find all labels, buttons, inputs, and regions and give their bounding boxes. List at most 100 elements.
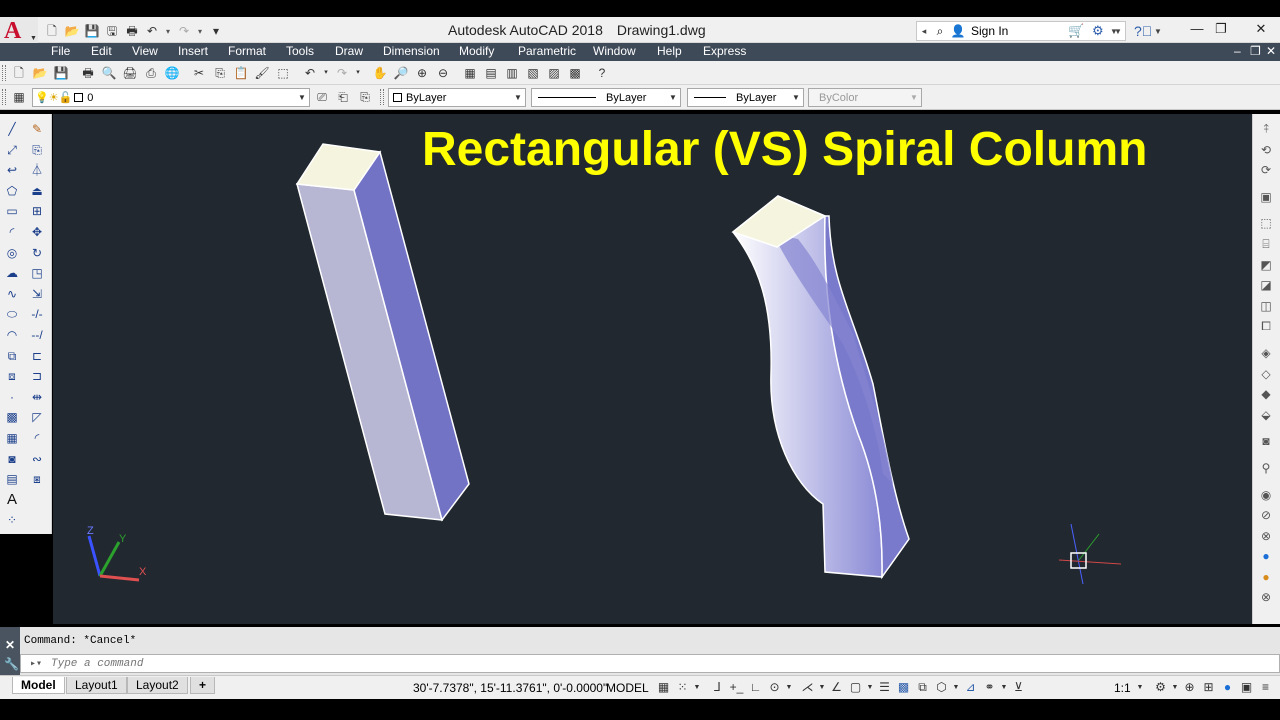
doc-minimize-button[interactable]: – (1234, 44, 1241, 58)
polygon-icon[interactable]: ⬠ (2, 182, 22, 201)
arc-icon[interactable]: ◜ (2, 223, 22, 242)
minimize-button[interactable]: — (1186, 21, 1208, 39)
plot-preview-icon[interactable]: 🔍 (100, 64, 118, 82)
gradient-icon[interactable]: ▦ (2, 429, 22, 448)
color-dropdown[interactable]: ByLayer ▼ (388, 88, 526, 107)
torus-icon[interactable]: ⧠ (1256, 317, 1276, 336)
construction-line-icon[interactable]: ⤢ (2, 141, 22, 160)
render-icon[interactable]: ◉ (1256, 486, 1276, 505)
layer-properties-icon[interactable]: ▦ (10, 88, 28, 106)
spline-icon[interactable]: ∿ (2, 285, 22, 304)
spiral-column[interactable] (731, 195, 910, 580)
materials-icon[interactable]: ⊗ (1256, 527, 1276, 546)
object-snap-icon[interactable]: ▢ (847, 679, 864, 696)
tab-layout1[interactable]: Layout1 (66, 677, 127, 694)
make-block-icon[interactable]: ⧈ (2, 367, 22, 386)
material-browser-icon[interactable]: ● (1256, 547, 1276, 566)
annotation-monitor-icon[interactable]: ⊕ (1181, 679, 1198, 696)
move-icon[interactable]: ✥ (27, 223, 47, 242)
sun-properties-icon[interactable]: ⊗ (1256, 588, 1276, 607)
menu-file[interactable]: File (51, 44, 70, 58)
rotate-icon[interactable]: ↻ (27, 244, 47, 263)
hardware-acceleration-icon[interactable]: ▣ (1238, 679, 1255, 696)
open-file-icon[interactable]: 📂 (64, 23, 80, 39)
redo-icon[interactable]: ↷ (176, 23, 192, 39)
trim-icon[interactable]: -/- (27, 305, 47, 324)
named-views-icon[interactable]: ▣ (1256, 188, 1276, 207)
blend-curves-icon[interactable]: ∾ (27, 450, 47, 469)
help-icon[interactable]: ?⃝ (1134, 23, 1152, 39)
doc-restore-button[interactable]: ❐ (1250, 44, 1261, 58)
exchange-icon[interactable]: ⚙ (1092, 23, 1104, 39)
menu-window[interactable]: Window (593, 44, 636, 58)
design-center-icon[interactable]: ▤ (482, 64, 500, 82)
menu-edit[interactable]: Edit (91, 44, 112, 58)
zoom-realtime-icon[interactable]: 🔎 (392, 64, 410, 82)
block-editor-icon[interactable]: ⬚ (274, 64, 292, 82)
isodraft-icon[interactable]: ⋌ (799, 679, 816, 696)
chevron-down-icon[interactable]: ▼ (1154, 27, 1162, 36)
chevron-left-icon[interactable]: ◂ (917, 26, 931, 37)
menu-format[interactable]: Format (228, 44, 266, 58)
snap-icon[interactable]: ⁙ (674, 679, 691, 696)
add-layout-button[interactable]: + (190, 677, 216, 694)
cylinder-icon[interactable]: ⌸ (1256, 235, 1276, 254)
tool-palettes-icon[interactable]: ▥ (503, 64, 521, 82)
sphere-icon[interactable]: ◫ (1256, 297, 1276, 316)
zoom-window-icon[interactable]: ⊕ (413, 64, 431, 82)
menu-dimension[interactable]: Dimension (383, 44, 440, 58)
polyline-icon[interactable]: ↩ (2, 161, 22, 180)
command-input[interactable] (51, 657, 1279, 670)
menu-view[interactable]: View (132, 44, 158, 58)
render-environment-icon[interactable]: ● (1256, 568, 1276, 587)
close-button[interactable]: ✕ (1250, 21, 1272, 39)
circle-icon[interactable]: ◎ (2, 244, 22, 263)
tab-layout2[interactable]: Layout2 (127, 677, 188, 694)
erase-icon[interactable]: ✎ (27, 120, 47, 139)
selection-filter-icon[interactable]: ⚭ (981, 679, 998, 696)
layer-dropdown[interactable]: 💡 ☀ 🔓 0 ▼ (32, 88, 310, 107)
menu-express[interactable]: Express (703, 44, 746, 58)
binoculars-icon[interactable]: ⌕ (931, 24, 949, 39)
plot-icon[interactable]: 🖶 (79, 64, 97, 82)
paste-icon[interactable]: 📋 (232, 64, 250, 82)
menu-insert[interactable]: Insert (178, 44, 208, 58)
lineweight-icon[interactable]: ☰ (876, 679, 893, 696)
tab-model[interactable]: Model (12, 677, 65, 694)
qnew-icon[interactable]: 🗋 (10, 64, 28, 82)
save-icon[interactable]: 💾 (52, 64, 70, 82)
toolbar-grip[interactable] (2, 65, 6, 81)
visual-style-wireframe-icon[interactable]: ◈ (1256, 344, 1276, 363)
multiline-text-icon[interactable]: A (2, 491, 22, 510)
plot-icon[interactable]: 🖶 (124, 23, 140, 39)
menu-modify[interactable]: Modify (459, 44, 494, 58)
chevron-down-icon[interactable]: ▼ (693, 679, 701, 696)
chevron-down-icon[interactable]: ▼ (866, 679, 874, 696)
explode-icon[interactable]: ⧆ (27, 470, 47, 489)
sign-in-link[interactable]: Sign In (971, 24, 1111, 38)
insert-block-icon[interactable]: ⧉ (2, 347, 22, 366)
ortho-icon[interactable]: ∟ (747, 679, 764, 696)
menu-help[interactable]: Help (657, 44, 682, 58)
selection-cycling-icon[interactable]: ⧉ (914, 679, 931, 696)
customization-menu-icon[interactable]: ≡ (1257, 679, 1274, 696)
cone-icon[interactable]: ◪ (1256, 276, 1276, 295)
model-viewport[interactable]: Z Y X Rectangular (VS) Spiral Column (53, 114, 1252, 624)
menu-parametric[interactable]: Parametric (518, 44, 576, 58)
3d-print-icon[interactable]: ⎙ (142, 64, 160, 82)
chevron-down-icon[interactable]: ▼ (818, 679, 826, 696)
infer-constraints-icon[interactable]: ⅃ (709, 679, 726, 696)
array-icon[interactable]: ⊞ (27, 202, 47, 221)
customize-toolbar-icon[interactable]: ▾ (208, 23, 224, 39)
rectangular-column[interactable] (295, 143, 470, 522)
point-icon[interactable]: · (2, 388, 22, 407)
mirror-icon[interactable]: ⏃ (27, 161, 47, 180)
new-file-icon[interactable]: 🗋 (44, 23, 60, 39)
free-orbit-icon[interactable]: ⟲ (1256, 141, 1276, 160)
sheet-set-icon[interactable]: ▧ (524, 64, 542, 82)
markup-icon[interactable]: ▨ (545, 64, 563, 82)
revision-cloud-icon[interactable]: ☁ (2, 264, 22, 283)
annotation-scale[interactable]: 1:1 (1114, 681, 1131, 695)
line-icon[interactable]: ╱ (2, 120, 22, 139)
region-icon[interactable]: ◙ (2, 450, 22, 469)
